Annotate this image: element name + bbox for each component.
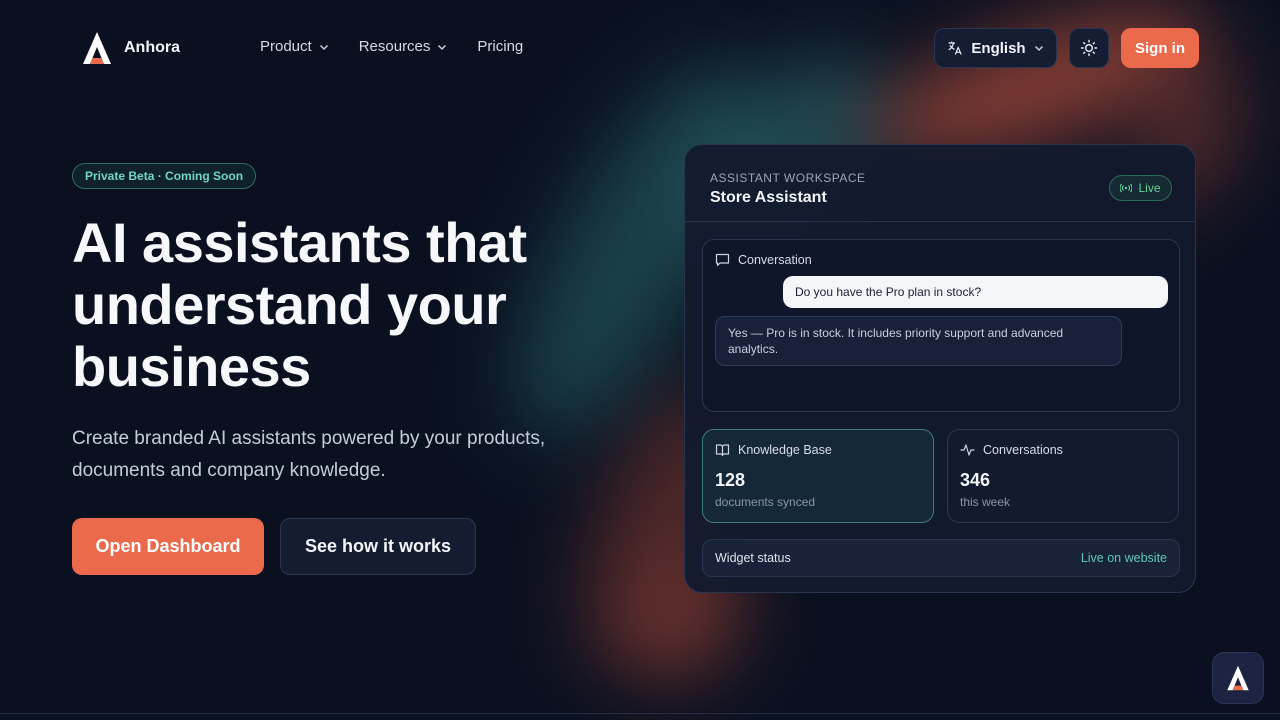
workspace-label: ASSISTANT WORKSPACE [710,171,866,185]
live-status-label: Live [1138,181,1161,195]
assistant-message-line: Yes — Pro is in stock. It includes prior… [728,326,1064,340]
hero-subtitle-line: Create branded AI assistants powered by … [72,428,546,449]
widget-status-link[interactable]: Live on website [1081,551,1167,565]
nav-product[interactable]: Product [260,38,329,55]
chat-bubble-icon [715,253,730,267]
workspace-header: ASSISTANT WORKSPACE Store Assistant Live [685,145,1195,222]
book-icon [715,444,730,457]
see-how-it-works-button[interactable]: See how it works [280,518,476,575]
stat-value: 128 [715,470,746,490]
translate-icon [948,41,963,55]
nav-pricing[interactable]: Pricing [477,38,523,55]
stat-label: Knowledge Base [738,443,832,457]
live-status-badge: Live [1109,175,1172,201]
anhora-logo-icon [1227,665,1249,691]
chevron-down-icon [1034,45,1043,52]
stat-header: Conversations [960,443,1063,457]
chevron-down-icon [438,44,447,50]
knowledge-base-stat[interactable]: Knowledge Base 128 documents synced [702,429,934,523]
page-divider [0,713,1280,714]
conversation-header: Conversation [715,253,812,267]
floating-assistant-launcher[interactable] [1212,652,1264,704]
conversation-panel: Conversation Do you have the Pro plan in… [702,239,1180,412]
assistant-message: Yes — Pro is in stock. It includes prior… [715,316,1122,366]
brand-name: Anhora [124,39,180,56]
conversation-label: Conversation [738,253,812,267]
workspace-title: Store Assistant [710,189,827,206]
hero-title-line: AI assistants that [72,211,527,274]
nav-resources[interactable]: Resources [359,38,448,55]
sun-icon [1080,39,1098,57]
top-navbar: Anhora Product Resources Pricing English [0,0,1280,96]
user-message: Do you have the Pro plan in stock? [783,276,1168,308]
theme-toggle-button[interactable] [1069,28,1109,68]
assistant-workspace-card: ASSISTANT WORKSPACE Store Assistant Live… [684,144,1196,593]
widget-status-label: Widget status [715,551,791,565]
nav-pricing-label: Pricing [477,38,524,55]
stat-header: Knowledge Base [715,443,832,457]
hero-title-line: business [72,335,311,398]
beta-badge: Private Beta · Coming Soon [72,163,257,189]
language-selector[interactable]: English [934,28,1057,68]
hero-title-line: understand your [72,273,507,336]
conversations-stat[interactable]: Conversations 346 this week [947,429,1179,523]
broadcast-icon [1120,183,1133,193]
activity-icon [960,444,975,456]
anhora-logo-icon [83,32,111,64]
nav-product-label: Product [260,38,312,55]
sign-in-button[interactable]: Sign in [1121,28,1199,68]
chevron-down-icon [319,44,328,50]
open-dashboard-button[interactable]: Open Dashboard [72,518,264,575]
hero-subtitle: Create branded AI assistants powered by … [72,423,602,487]
hero-subtitle-line: documents and company knowledge. [72,460,386,481]
brand-logo[interactable]: Anhora [80,30,180,66]
nav-resources-label: Resources [358,38,431,55]
hero-title: AI assistants that understand your busin… [72,212,592,398]
language-label: English [971,39,1026,57]
stat-caption: this week [960,495,1011,509]
stat-caption: documents synced [715,495,816,509]
assistant-message-line: analytics. [728,342,779,356]
nav-links: Product Resources Pricing [260,38,523,55]
stat-value: 346 [960,470,991,490]
widget-status-row: Widget status Live on website [702,539,1180,577]
stat-label: Conversations [983,443,1063,457]
